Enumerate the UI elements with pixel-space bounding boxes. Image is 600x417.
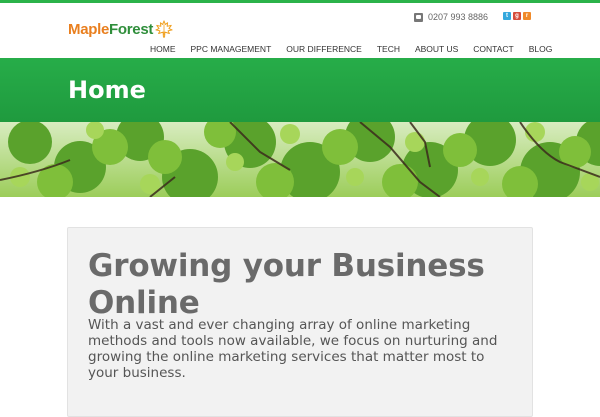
tree-canopy-banner (0, 122, 600, 197)
maple-leaf-icon (155, 20, 173, 38)
logo-forest: Forest (109, 20, 154, 38)
site-header: MapleForest 0207 993 8886 t g r HOME PPC… (0, 3, 600, 61)
phone-number: 0207 993 8886 (428, 12, 489, 22)
phone-contact[interactable]: 0207 993 8886 (414, 12, 488, 22)
logo-maple: Maple (68, 20, 110, 38)
logo-text: MapleForest (68, 21, 153, 38)
phone-icon (414, 12, 423, 22)
leaves-image (0, 122, 600, 197)
google-plus-icon[interactable]: g (513, 12, 521, 20)
page-hero: Home (0, 58, 600, 122)
site-logo[interactable]: MapleForest (68, 17, 173, 41)
rss-icon[interactable]: r (523, 12, 531, 20)
twitter-icon[interactable]: t (503, 12, 511, 20)
social-links: t g r (503, 12, 531, 20)
intro-paragraph: With a vast and ever changing array of o… (88, 317, 498, 381)
intro-card: Growing your Business Online With a vast… (67, 227, 533, 417)
page-title: Home (68, 76, 146, 104)
intro-section: Growing your Business Online With a vast… (0, 197, 600, 417)
intro-heading: Growing your Business Online (88, 248, 485, 321)
